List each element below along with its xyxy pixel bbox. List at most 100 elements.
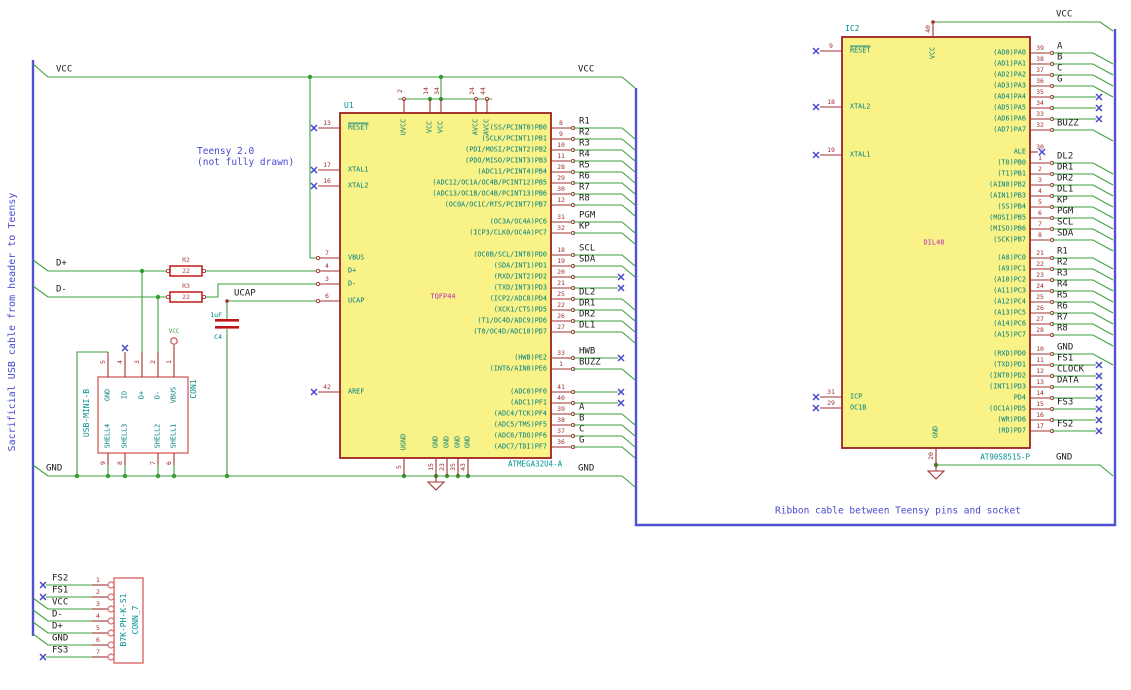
net-label[interactable]: FS3 <box>52 646 68 656</box>
net-label[interactable]: SCL <box>1057 218 1073 228</box>
net-label[interactable]: HWB <box>579 347 595 357</box>
pin-number: 14 <box>1036 388 1044 397</box>
net-label[interactable]: R7 <box>579 183 590 193</box>
net-label[interactable]: DR2 <box>579 310 595 320</box>
net-label[interactable]: B <box>579 414 584 424</box>
no-connect-icon <box>812 404 820 412</box>
net-label[interactable]: VCC <box>169 329 180 335</box>
net-label[interactable]: KP <box>1057 196 1068 206</box>
net-label[interactable]: GND <box>1056 453 1072 463</box>
capacitor-c4[interactable] <box>215 319 239 322</box>
net-label[interactable]: G <box>579 436 584 446</box>
pin-number: 37 <box>1036 65 1044 74</box>
net-label[interactable]: VCC <box>52 598 68 608</box>
net-label[interactable]: SDA <box>579 255 595 265</box>
net-label[interactable]: R2 <box>579 128 590 138</box>
net-label[interactable]: D- <box>52 610 63 620</box>
net-label[interactable]: D- <box>56 285 67 295</box>
net-label[interactable]: DL1 <box>579 321 595 331</box>
pin-name: (ADC0)PF0 <box>510 387 547 396</box>
net-label[interactable]: GND <box>52 634 68 644</box>
net-label[interactable]: R3 <box>1057 269 1068 279</box>
component-ref[interactable]: U1 <box>344 102 354 110</box>
pin-number: 4 <box>115 360 124 364</box>
net-label[interactable]: GND <box>1057 343 1073 353</box>
net-label[interactable]: R5 <box>579 161 590 171</box>
net-label[interactable]: FS1 <box>52 586 68 596</box>
net-label[interactable]: SDA <box>1057 229 1073 239</box>
net-label[interactable]: R3 <box>579 139 590 149</box>
net-label[interactable]: C <box>579 425 584 435</box>
pin-number: 38 <box>1036 54 1044 63</box>
net-label[interactable]: R4 <box>579 150 590 160</box>
net-label[interactable]: R1 <box>579 117 590 127</box>
pin-number: 1 <box>164 360 173 364</box>
net-label[interactable]: KP <box>579 222 590 232</box>
pin-number: 39 <box>557 404 565 413</box>
net-label[interactable]: FS3 <box>1057 398 1073 408</box>
net-label[interactable]: DR2 <box>1057 174 1073 184</box>
component-value: 22 <box>182 292 190 301</box>
net-label[interactable]: DATA <box>1057 376 1079 386</box>
net-label[interactable]: PGM <box>579 211 595 221</box>
net-label[interactable]: GND <box>578 464 594 474</box>
net-label[interactable]: R7 <box>1057 313 1068 323</box>
pin-name: (ADC6/TDO)PF6 <box>493 431 547 440</box>
net-label[interactable]: DR1 <box>1057 163 1073 173</box>
net-label[interactable]: R6 <box>579 172 590 182</box>
net-label[interactable]: DL1 <box>1057 185 1073 195</box>
net-label[interactable]: R2 <box>1057 258 1068 268</box>
net-label[interactable]: B <box>1057 53 1062 63</box>
net-label[interactable]: FS2 <box>1057 420 1073 430</box>
net-label[interactable]: R6 <box>1057 302 1068 312</box>
net-label[interactable]: R8 <box>1057 324 1068 334</box>
pin-number: 29 <box>827 398 835 407</box>
net-label[interactable]: SCL <box>579 244 595 254</box>
pin-number: 3 <box>1038 175 1042 184</box>
pin-number: 7 <box>325 248 329 257</box>
vcc-power-icon[interactable] <box>170 337 178 345</box>
pin-name: (AD5)PA5 <box>993 103 1026 112</box>
net-label[interactable]: G <box>1057 75 1062 85</box>
net-label[interactable]: C <box>1057 64 1062 74</box>
net-label[interactable]: DL2 <box>579 288 595 298</box>
net-label[interactable]: PGM <box>1057 207 1073 217</box>
net-label[interactable]: R5 <box>1057 291 1068 301</box>
net-label[interactable]: BUZZ <box>579 358 601 368</box>
net-label[interactable]: FS2 <box>52 574 68 584</box>
net-label[interactable]: R8 <box>579 194 590 204</box>
net-label[interactable]: DL2 <box>1057 152 1073 162</box>
pin-name: (PDI/MOSI/PCINT2)PB2 <box>465 145 547 154</box>
pin-number: 11 <box>1036 355 1044 364</box>
component-ref[interactable]: CONN_7 <box>131 606 140 635</box>
net-label[interactable]: UCAP <box>234 289 256 299</box>
net-label[interactable]: R4 <box>1057 280 1068 290</box>
pin-number: 24 <box>467 87 476 95</box>
net-label[interactable]: D+ <box>56 259 67 269</box>
net-label[interactable]: BUZZ <box>1057 119 1079 129</box>
pin-name: OC1B <box>850 403 867 412</box>
net-label[interactable]: A <box>1057 42 1062 52</box>
net-label[interactable]: A <box>579 403 584 413</box>
pin-number: 35 <box>448 463 457 471</box>
wire <box>32 285 170 298</box>
component-ref[interactable]: IC2 <box>845 25 859 33</box>
pin-number: 13 <box>323 118 331 127</box>
net-label[interactable]: DR1 <box>579 299 595 309</box>
net-label[interactable]: VCC <box>1056 10 1072 20</box>
pin-number: 9 <box>98 461 107 465</box>
pin-number: 25 <box>557 289 565 298</box>
net-label[interactable]: FS1 <box>1057 354 1073 364</box>
net-label[interactable]: CLOCK <box>1057 365 1084 375</box>
component-ref[interactable]: CON1 <box>189 379 198 398</box>
pin-name: UVCC <box>399 118 408 136</box>
pin-name: D+ <box>348 266 357 275</box>
component-value: ATMEGA32U4-A <box>508 459 563 469</box>
net-label[interactable]: R1 <box>1057 247 1068 257</box>
net-label[interactable]: VCC <box>56 65 72 75</box>
net-label[interactable]: D+ <box>52 622 63 632</box>
net-label[interactable]: GND <box>46 464 62 474</box>
net-label[interactable]: VCC <box>578 65 594 75</box>
pin-name: (A12)PC4 <box>993 297 1026 306</box>
capacitor-c4[interactable] <box>215 326 239 329</box>
